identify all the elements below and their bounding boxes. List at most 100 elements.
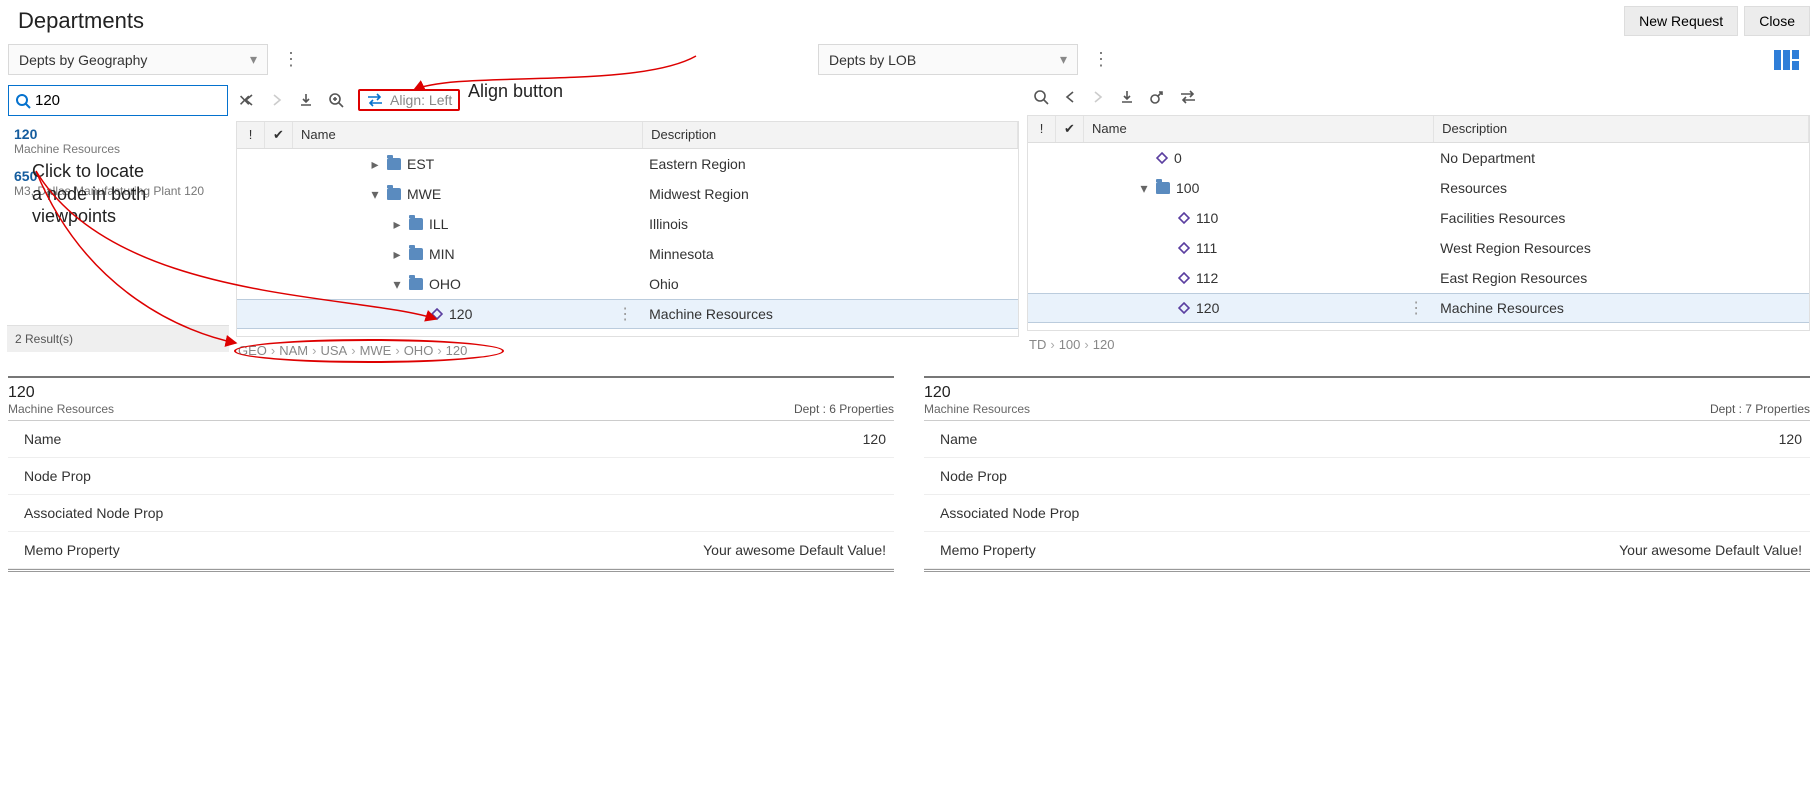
node-name: OHO	[429, 276, 461, 292]
node-path-left[interactable]: GEO›NAM›USA›MWE›OHO›120	[236, 337, 1019, 358]
download-button[interactable]	[298, 92, 314, 108]
property-row[interactable]: Memo PropertyYour awesome Default Value!	[8, 532, 894, 569]
expand-caret[interactable]: ▾	[1138, 180, 1150, 197]
swap-button[interactable]	[1179, 90, 1197, 104]
tree-row[interactable]: ▾ MWE Midwest Region	[237, 179, 1018, 209]
expand-caret[interactable]: ▸	[391, 216, 403, 233]
tree-row[interactable]: ▾ 100 Resources	[1028, 173, 1809, 203]
compare-layout-icon[interactable]	[1774, 50, 1800, 70]
folder-icon	[409, 278, 423, 290]
viewpoint-menu-left[interactable]: ⋮	[276, 49, 306, 70]
row-menu[interactable]: ⋮	[617, 304, 643, 324]
path-segment[interactable]: USA	[320, 343, 347, 358]
search-icon	[15, 93, 31, 109]
expand-caret[interactable]: ▸	[391, 246, 403, 263]
node-name: 0	[1174, 150, 1182, 166]
property-row[interactable]: Associated Node Prop	[924, 495, 1810, 532]
folder-icon	[387, 188, 401, 200]
search-button[interactable]	[1033, 89, 1049, 105]
row-menu[interactable]: ⋮	[1408, 298, 1434, 318]
viewpoint-menu-right[interactable]: ⋮	[1086, 49, 1116, 70]
property-row[interactable]: Node Prop	[8, 458, 894, 495]
nav-forward-button[interactable]	[1091, 90, 1105, 104]
folder-icon	[387, 158, 401, 170]
viewpoint-select-right[interactable]: Depts by LOB ▾	[818, 44, 1078, 75]
node-name: MWE	[407, 186, 441, 202]
node-description: West Region Resources	[1434, 240, 1809, 256]
search-result[interactable]: 120Machine Resources	[8, 122, 228, 164]
search-result-code: 120	[14, 126, 222, 142]
col-name[interactable]: Name	[1084, 116, 1434, 142]
node-name: 111	[1196, 240, 1217, 256]
viewpoint-select-left[interactable]: Depts by Geography ▾	[8, 44, 268, 75]
property-row[interactable]: Associated Node Prop	[8, 495, 894, 532]
expand-caret[interactable]: ▾	[369, 186, 381, 203]
tree-row[interactable]: ▸ ILL Illinois	[237, 209, 1018, 239]
tree-row[interactable]: ▸ MIN Minnesota	[237, 239, 1018, 269]
search-input[interactable]	[31, 90, 238, 111]
path-segment[interactable]: MWE	[360, 343, 392, 358]
expand-caret[interactable]: ▾	[391, 276, 403, 293]
property-value: 120	[1779, 431, 1802, 447]
nav-back-button[interactable]	[1063, 90, 1077, 104]
property-name: Associated Node Prop	[24, 505, 163, 521]
align-button[interactable]: Align: Left	[358, 89, 460, 111]
node-path-right[interactable]: TD›100›120	[1027, 331, 1810, 352]
property-row[interactable]: Node Prop	[924, 458, 1810, 495]
locate-button[interactable]	[1149, 89, 1165, 105]
path-segment[interactable]: 100	[1059, 337, 1081, 352]
zoom-button[interactable]	[328, 92, 344, 108]
chevron-down-icon: ▾	[1060, 51, 1067, 68]
search-box[interactable]: ✕	[8, 85, 228, 116]
node-icon	[1178, 242, 1190, 254]
property-value: 120	[863, 431, 886, 447]
node-description: Ohio	[643, 276, 1018, 292]
download-button[interactable]	[1119, 89, 1135, 105]
folder-icon	[409, 218, 423, 230]
expand-caret[interactable]: ▸	[369, 156, 381, 173]
property-row[interactable]: Memo PropertyYour awesome Default Value!	[924, 532, 1810, 569]
search-result[interactable]: 650M3, Dallas Manufacturing Plant 120	[8, 164, 228, 206]
node-icon	[1178, 302, 1190, 314]
col-flag: !	[1028, 116, 1056, 142]
search-result-count: 2 Result(s)	[7, 325, 229, 352]
property-name: Name	[940, 431, 977, 447]
col-name[interactable]: Name	[293, 122, 643, 148]
path-segment[interactable]: OHO	[404, 343, 434, 358]
property-name: Memo Property	[940, 542, 1036, 558]
nav-forward-button[interactable]	[270, 93, 284, 107]
path-segment[interactable]: GEO	[238, 343, 267, 358]
tree-row[interactable]: 111 West Region Resources	[1028, 233, 1809, 263]
property-name: Name	[24, 431, 61, 447]
search-result-sub: Machine Resources	[14, 142, 222, 156]
nav-back-button[interactable]	[242, 93, 256, 107]
path-segment[interactable]: 120	[446, 343, 468, 358]
col-description[interactable]: Description	[643, 122, 1018, 148]
close-button[interactable]: Close	[1744, 6, 1810, 36]
node-icon	[1156, 152, 1168, 164]
node-description: No Department	[1434, 150, 1809, 166]
node-icon	[431, 308, 443, 320]
page-title: Departments	[18, 8, 144, 34]
path-segment[interactable]: TD	[1029, 337, 1046, 352]
property-row[interactable]: Name 120	[924, 421, 1810, 458]
props-right-title: 120	[924, 384, 951, 401]
tree-row[interactable]: 120 ⋮ Machine Resources	[1028, 293, 1809, 323]
folder-icon	[1156, 182, 1170, 194]
tree-row[interactable]: ▸ EST Eastern Region	[237, 149, 1018, 179]
tree-row[interactable]: 112 East Region Resources	[1028, 263, 1809, 293]
property-name: Memo Property	[24, 542, 120, 558]
property-name: Node Prop	[940, 468, 1007, 484]
tree-row[interactable]: 0 No Department	[1028, 143, 1809, 173]
path-segment[interactable]: NAM	[279, 343, 308, 358]
new-request-button[interactable]: New Request	[1624, 6, 1738, 36]
property-row[interactable]: Name 120	[8, 421, 894, 458]
col-description[interactable]: Description	[1434, 116, 1809, 142]
node-name: 112	[1196, 270, 1218, 286]
tree-row[interactable]: 110 Facilities Resources	[1028, 203, 1809, 233]
tree-row[interactable]: ▾ OHO Ohio	[237, 269, 1018, 299]
path-segment[interactable]: 120	[1093, 337, 1115, 352]
node-name: EST	[407, 156, 434, 172]
tree-row[interactable]: 120 ⋮ Machine Resources	[237, 299, 1018, 329]
node-name: MIN	[429, 246, 455, 262]
